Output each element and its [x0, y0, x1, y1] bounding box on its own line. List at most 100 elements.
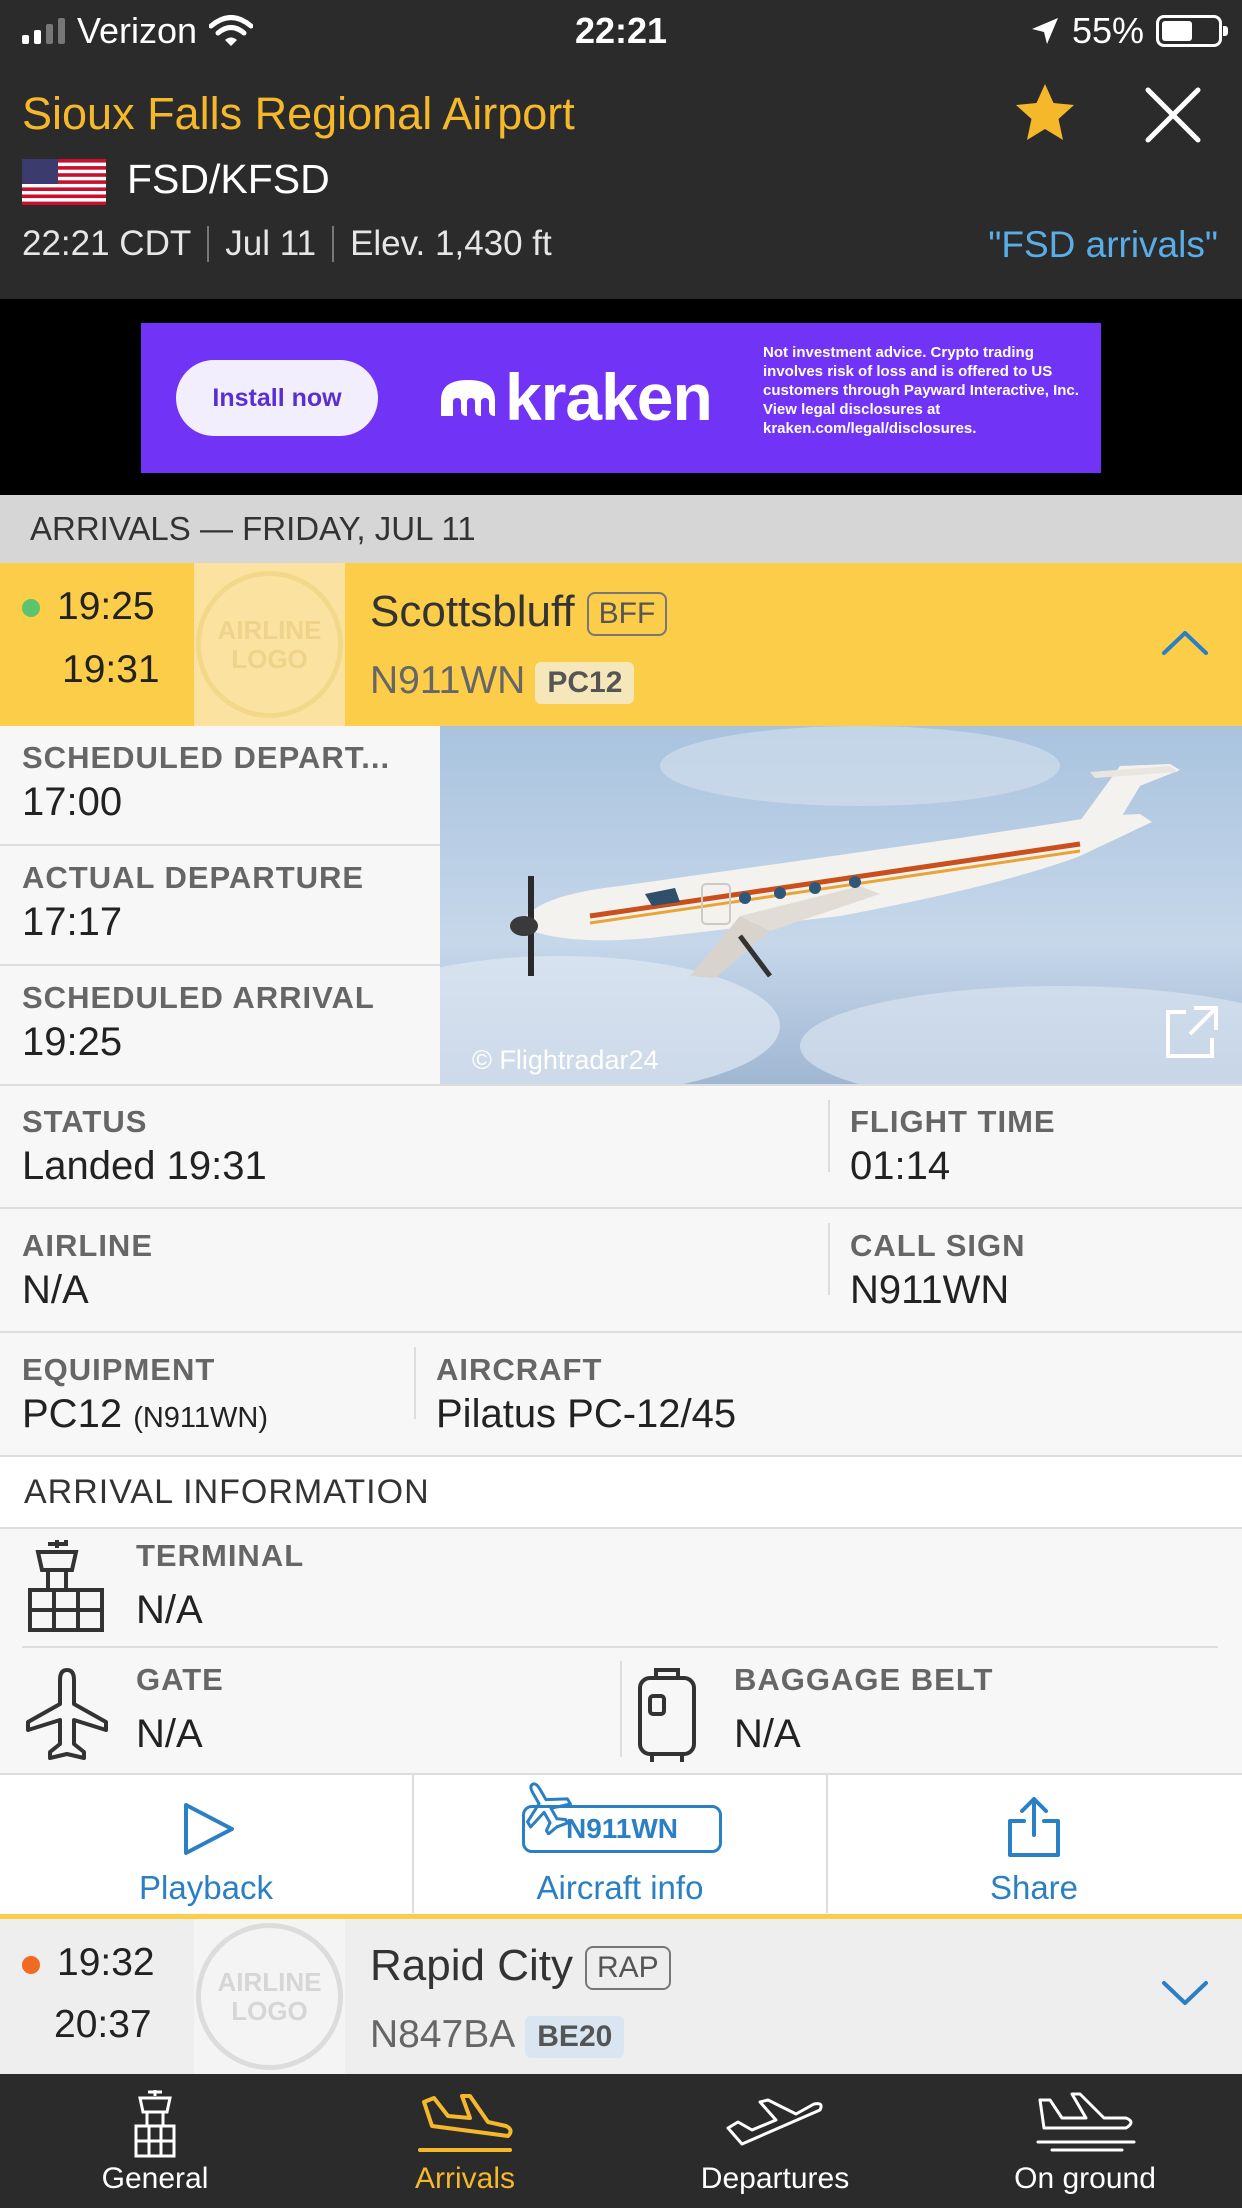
baggage-belt: BAGGAGE BELT N/A [734, 1662, 1214, 1757]
flight-times: 19:25 19:31 [0, 563, 194, 726]
equipment: EQUIPMENT PC12 (N911WN) [22, 1352, 402, 1437]
logo-text-line1: AIRLINE [217, 1966, 322, 1997]
call-sign-value: N911WN [850, 1268, 1010, 1312]
tab-on-ground-label: On ground [1014, 2162, 1156, 2195]
status-dot [22, 1956, 40, 1974]
scheduled-arrival-label: SCHEDULED ARRIVAL [22, 980, 375, 1015]
airport-meta: 22:21 CDT Jul 11 Elev. 1,430 ft [22, 224, 552, 264]
plane-takeoff-icon [726, 2098, 823, 2146]
gate-label: GATE [136, 1662, 224, 1697]
ad-disclaimer: Not investment advice. Crypto trading in… [763, 344, 1079, 437]
actual-departure-value: 17:17 [22, 900, 123, 944]
aircraft-info-label: Aircraft info [536, 1869, 704, 1906]
tab-arrivals-label: Arrivals [414, 2162, 515, 2195]
origin-name: Scottsbluff [370, 587, 575, 636]
aircraft-type-badge: PC12 [535, 661, 635, 704]
tab-bar: General Arrivals Departures On ground [0, 2074, 1242, 2208]
control-tower-icon [134, 2090, 176, 2158]
control-tower-icon [28, 1540, 104, 1632]
tab-arrivals[interactable]: Arrivals [310, 2074, 620, 2208]
registration: N847BA [370, 2013, 516, 2056]
status-bar: Verizon 22:21 55% [0, 0, 1242, 64]
logo-text-line2: LOGO [231, 1995, 308, 2026]
airplane-gate-icon [26, 1668, 108, 1760]
registration-line: N847BA BE20 [370, 2013, 625, 2058]
airline: AIRLINE N/A [22, 1228, 802, 1313]
baggage-icon [638, 1668, 696, 1762]
flight-row[interactable]: 19:25 19:31 AIRLINE LOGO Scottsbluff BFF … [0, 563, 1242, 726]
registration-line: N911WN PC12 [370, 659, 635, 704]
logo-text-line2: LOGO [231, 643, 308, 674]
equipment-registration: (N911WN) [133, 1402, 268, 1434]
status-dot [22, 599, 40, 617]
scheduled-departure-label: SCHEDULED DEPART... [22, 740, 391, 775]
tab-departures[interactable]: Departures [620, 2074, 930, 2208]
playback-button[interactable]: Playback [0, 1773, 412, 1913]
section-header: ARRIVALS — FRIDAY, JUL 11 [0, 495, 1242, 563]
arrivals-search-link[interactable]: "FSD arrivals" [988, 224, 1218, 266]
tab-general-label: General [101, 2162, 209, 2195]
photo-credit: © Flightradar24 [472, 1045, 659, 1075]
tab-on-ground[interactable]: On ground [930, 2074, 1240, 2208]
action-bar: Playback N911WN Aircraft info Share [0, 1773, 1242, 1913]
tab-general[interactable]: General [0, 2074, 310, 2208]
aircraft-value: Pilatus PC-12/45 [436, 1392, 737, 1436]
origin-city: Rapid City RAP [370, 1941, 671, 1991]
chevron-down-icon[interactable] [1160, 1979, 1210, 2009]
play-icon [184, 1803, 234, 1855]
arrival-info-header: ARRIVAL INFORMATION [0, 1457, 1242, 1527]
kraken-mark-icon [441, 380, 495, 416]
airport-header: Sioux Falls Regional Airport FSD/KFSD 22… [0, 64, 1242, 299]
elevation: Elev. 1,430 ft [350, 224, 552, 263]
call-sign: CALL SIGN N911WN [850, 1228, 1230, 1313]
call-sign-label: CALL SIGN [850, 1228, 1026, 1263]
scheduled-arrival: SCHEDULED ARRIVAL 19:25 [22, 980, 422, 1065]
logo-text-line1: AIRLINE [217, 614, 322, 645]
ad-banner[interactable]: Install now kraken Not investment advice… [141, 323, 1101, 473]
iata-badge: RAP [584, 1946, 671, 1991]
origin-name: Rapid City [370, 1941, 573, 1990]
scheduled-time: 19:25 [57, 585, 155, 628]
chevron-up-icon[interactable] [1160, 627, 1210, 657]
actual-departure-label: ACTUAL DEPARTURE [22, 860, 365, 895]
airport-name: Sioux Falls Regional Airport [22, 88, 575, 139]
actual-time: 20:37 [54, 2003, 152, 2046]
share-button[interactable]: Share [828, 1773, 1240, 1913]
aircraft-info-button[interactable]: N911WN Aircraft info [414, 1773, 826, 1913]
aircraft-photo[interactable]: © Flightradar24 [440, 726, 1242, 1086]
aircraft-type-badge: BE20 [525, 2015, 625, 2058]
flight-row[interactable]: 19:32 20:37 AIRLINE LOGO Rapid City RAP N… [0, 1914, 1242, 2074]
scheduled-arrival-value: 19:25 [22, 1020, 123, 1064]
equipment-value: PC12 (N911WN) [22, 1392, 402, 1437]
close-icon[interactable] [1140, 82, 1206, 148]
scheduled-time: 19:32 [57, 1941, 155, 1984]
ad-install-button[interactable]: Install now [176, 360, 378, 436]
baggage-belt-value: N/A [734, 1712, 801, 1756]
airline-logo-cell: AIRLINE LOGO [194, 1919, 345, 2074]
flight-details: SCHEDULED DEPART... 17:00 ACTUAL DEPARTU… [0, 726, 1242, 1914]
location-arrow-icon [1031, 18, 1058, 44]
status-label: STATUS [22, 1104, 148, 1139]
local-date: Jul 11 [225, 224, 317, 263]
ad-brand: kraken [505, 360, 713, 434]
origin-city: Scottsbluff BFF [370, 587, 668, 637]
actual-time: 19:31 [62, 648, 160, 691]
terminal-value: N/A [136, 1588, 203, 1632]
flight-time-value: 01:14 [850, 1144, 951, 1188]
terminal-label: TERMINAL [136, 1538, 305, 1573]
plane-landing-icon [418, 2094, 513, 2152]
open-external-icon[interactable] [1164, 1004, 1220, 1060]
ad-area: Install now kraken Not investment advice… [0, 299, 1242, 495]
gate: GATE N/A [136, 1662, 596, 1757]
actual-departure: ACTUAL DEPARTURE 17:17 [22, 860, 422, 945]
equipment-type: PC12 [22, 1392, 123, 1436]
flight-time: FLIGHT TIME 01:14 [850, 1104, 1230, 1189]
aircraft-label: AIRCRAFT [436, 1352, 603, 1387]
battery-percent: 55% [1071, 10, 1144, 51]
iata-badge: BFF [586, 592, 668, 637]
favorite-star-icon[interactable] [1010, 78, 1080, 148]
baggage-belt-label: BAGGAGE BELT [734, 1662, 994, 1697]
airline-logo-cell: AIRLINE LOGO [194, 563, 345, 726]
airline-value: N/A [22, 1268, 89, 1312]
battery-icon [1156, 15, 1228, 47]
